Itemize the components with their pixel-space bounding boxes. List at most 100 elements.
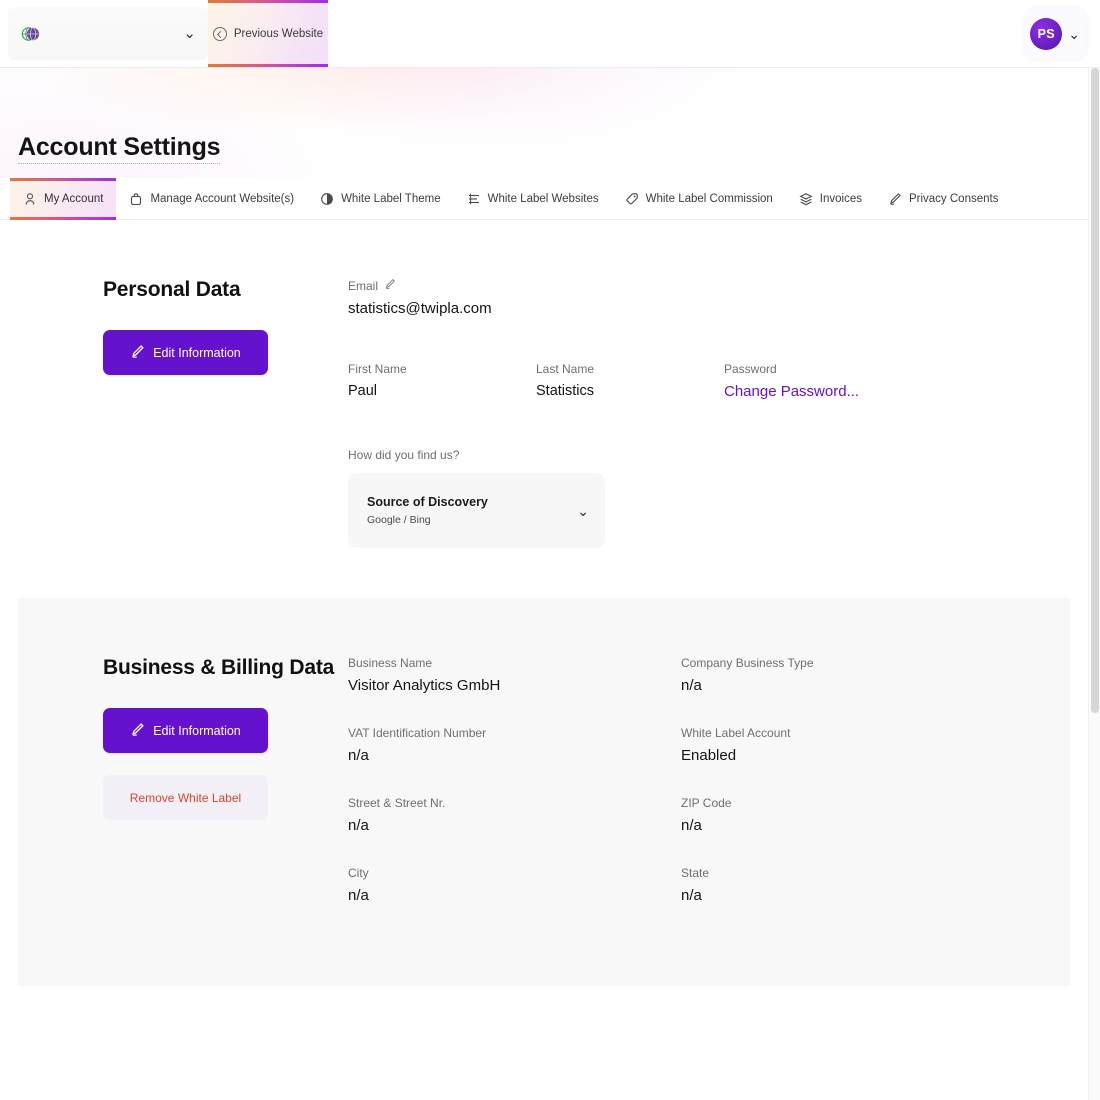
- field-label: White Label Account: [681, 726, 1014, 740]
- pencil-icon: [130, 722, 145, 740]
- app-root: ⌄ Previous Website PS ⌄ Account Settings…: [0, 0, 1100, 1100]
- tab-invoices[interactable]: Invoices: [786, 178, 875, 219]
- email-value: statistics@twipla.com: [348, 300, 1030, 317]
- page-title: Account Settings: [18, 134, 220, 165]
- edit-business-information-button[interactable]: Edit Information: [103, 708, 268, 753]
- button-label: Edit Information: [153, 724, 241, 738]
- last-name-value: Statistics: [536, 383, 724, 399]
- tab-label: White Label Commission: [646, 193, 773, 205]
- section-title: Business & Billing Data: [103, 656, 348, 680]
- field-label: City: [348, 866, 681, 880]
- field-value: n/a: [348, 817, 681, 834]
- field-value: n/a: [681, 817, 1014, 834]
- remove-white-label-button[interactable]: Remove White Label: [103, 775, 268, 820]
- street-field: Street & Street Nr. n/a: [348, 796, 681, 834]
- pencil-icon: [130, 344, 145, 362]
- email-label: Email: [348, 279, 378, 293]
- field-label: ZIP Code: [681, 796, 1014, 810]
- tab-privacy-consents[interactable]: Privacy Consents: [875, 178, 1011, 219]
- briefcase-icon: [129, 192, 143, 206]
- field-value: n/a: [348, 747, 681, 764]
- field-value: Enabled: [681, 747, 1014, 764]
- personal-data-section: Personal Data Edit Information Email: [0, 220, 1088, 548]
- page-scrollbar-track[interactable]: [1088, 68, 1100, 1100]
- city-field: City n/a: [348, 866, 681, 904]
- tab-white-label-websites[interactable]: White Label Websites: [454, 178, 612, 219]
- last-name-field: Last Name Statistics: [536, 362, 724, 400]
- list-lines-icon: [467, 192, 481, 206]
- top-bar: ⌄ Previous Website PS ⌄: [0, 0, 1100, 68]
- back-circle-icon: [213, 27, 227, 41]
- contrast-circle-icon: [320, 192, 334, 206]
- personal-data-left: Personal Data Edit Information: [18, 278, 348, 548]
- source-select-title: Source of Discovery: [367, 495, 577, 509]
- first-name-field: First Name Paul: [348, 362, 536, 400]
- pencil-icon: [888, 192, 902, 206]
- tab-white-label-commission[interactable]: White Label Commission: [612, 178, 786, 219]
- chevron-down-icon: ⌄: [577, 504, 589, 518]
- field-value: Visitor Analytics GmbH: [348, 677, 681, 694]
- edit-personal-information-button[interactable]: Edit Information: [103, 330, 268, 375]
- billing-row-2: VAT Identification Number n/a White Labe…: [348, 726, 1030, 764]
- button-label: Edit Information: [153, 346, 241, 360]
- tab-white-label-theme[interactable]: White Label Theme: [307, 178, 454, 219]
- business-billing-left: Business & Billing Data Edit Information…: [18, 656, 348, 936]
- topbar-spacer: [328, 0, 1025, 67]
- avatar: PS: [1030, 18, 1062, 50]
- first-name-value: Paul: [348, 383, 536, 399]
- tab-label: Invoices: [820, 193, 862, 205]
- field-label: Company Business Type: [681, 656, 1014, 670]
- password-field: Password Change Password...: [724, 362, 912, 400]
- tag-icon: [625, 192, 639, 206]
- state-field: State n/a: [681, 866, 1014, 904]
- email-field-group: Email statistics@twipla.com: [348, 278, 1030, 317]
- page-header: Account Settings: [0, 68, 1088, 178]
- user-icon: [23, 192, 37, 206]
- personal-data-right: Email statistics@twipla.com First Name P…: [348, 278, 1070, 548]
- billing-row-3: Street & Street Nr. n/a ZIP Code n/a: [348, 796, 1030, 834]
- tab-my-account[interactable]: My Account: [10, 178, 116, 219]
- page-content: Account Settings My Account Manage Accou…: [0, 68, 1100, 986]
- tab-manage-account-websites[interactable]: Manage Account Website(s): [116, 178, 307, 219]
- billing-row-4: City n/a State n/a: [348, 866, 1030, 904]
- button-label: Remove White Label: [130, 791, 241, 805]
- field-label: Street & Street Nr.: [348, 796, 681, 810]
- tab-label: My Account: [44, 193, 103, 205]
- vat-identification-number-field: VAT Identification Number n/a: [348, 726, 681, 764]
- chevron-down-icon: ⌄: [1068, 27, 1080, 41]
- tab-label: White Label Websites: [488, 193, 599, 205]
- chevron-down-icon: ⌄: [183, 26, 196, 41]
- tab-label: White Label Theme: [341, 193, 441, 205]
- previous-website-label: Previous Website: [234, 28, 323, 40]
- field-label: VAT Identification Number: [348, 726, 681, 740]
- globe-icon: [20, 23, 42, 45]
- zip-code-field: ZIP Code n/a: [681, 796, 1014, 834]
- how-did-you-find-us-group: How did you find us? Source of Discovery…: [348, 448, 1030, 548]
- previous-website-tab[interactable]: Previous Website: [208, 0, 328, 67]
- business-billing-right: Business Name Visitor Analytics GmbH Com…: [348, 656, 1070, 936]
- white-label-account-field: White Label Account Enabled: [681, 726, 1014, 764]
- source-select-value: Google / Bing: [367, 514, 577, 526]
- field-value: n/a: [681, 677, 1014, 694]
- password-label: Password: [724, 362, 912, 376]
- page-scrollbar-thumb[interactable]: [1091, 68, 1099, 713]
- layers-icon: [799, 192, 813, 206]
- section-title: Personal Data: [103, 278, 348, 302]
- field-label: State: [681, 866, 1014, 880]
- field-value: n/a: [348, 887, 681, 904]
- tab-bar: My Account Manage Account Website(s) Whi…: [0, 178, 1088, 220]
- site-selector[interactable]: ⌄: [8, 7, 208, 60]
- source-of-discovery-select[interactable]: Source of Discovery Google / Bing ⌄: [348, 473, 605, 548]
- company-business-type-field: Company Business Type n/a: [681, 656, 1014, 694]
- source-select-text: Source of Discovery Google / Bing: [367, 495, 577, 526]
- change-password-link[interactable]: Change Password...: [724, 383, 912, 400]
- edit-email-pencil-icon[interactable]: [384, 278, 396, 293]
- user-menu[interactable]: PS ⌄: [1025, 8, 1086, 59]
- tab-label: Manage Account Website(s): [150, 193, 294, 205]
- business-billing-section: Business & Billing Data Edit Information…: [18, 598, 1070, 986]
- field-label: Business Name: [348, 656, 681, 670]
- business-name-field: Business Name Visitor Analytics GmbH: [348, 656, 681, 694]
- first-name-label: First Name: [348, 362, 536, 376]
- tab-label: Privacy Consents: [909, 193, 998, 205]
- name-password-row: First Name Paul Last Name Statistics Pas…: [348, 362, 1030, 400]
